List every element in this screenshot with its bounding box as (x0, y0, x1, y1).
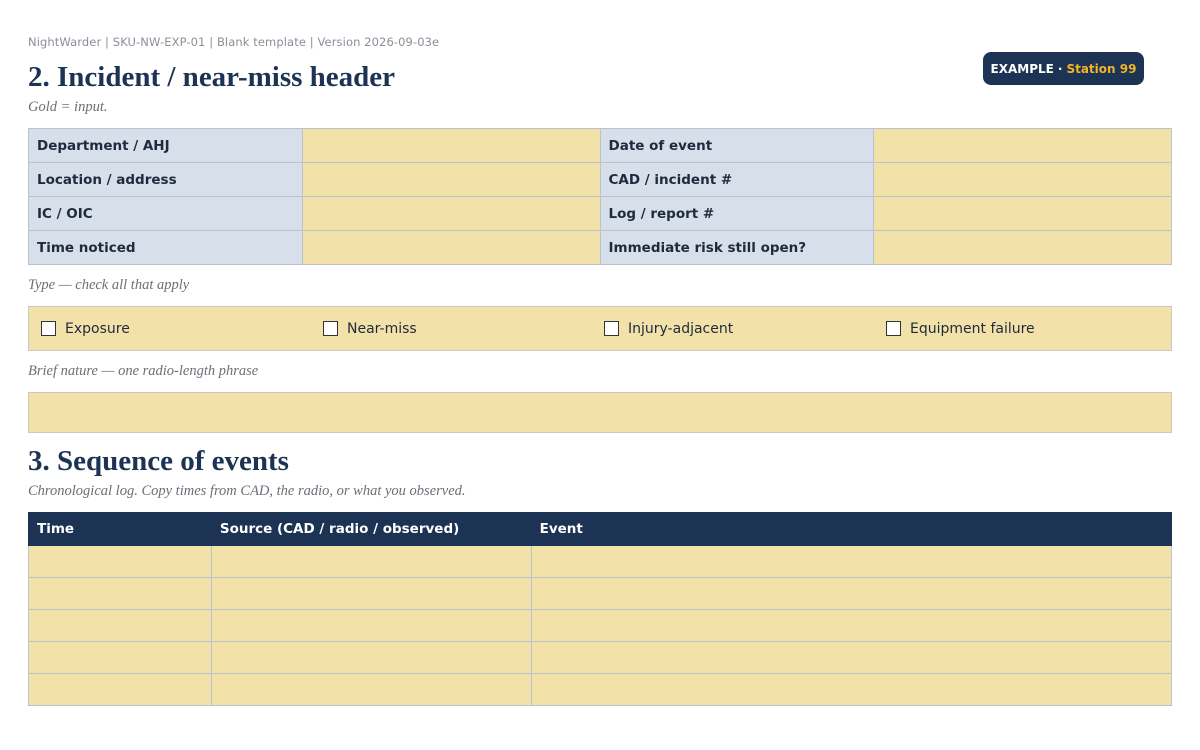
checkbox-label: Exposure (65, 320, 130, 337)
type-option-exposure[interactable]: Exposure (41, 307, 130, 350)
checkbox-equipment-failure[interactable] (886, 321, 901, 336)
table-row (28, 609, 1173, 642)
event-cell[interactable] (530, 673, 1173, 706)
source-cell[interactable] (210, 673, 532, 706)
column-header-time: Time (28, 512, 212, 546)
event-cell[interactable] (530, 577, 1173, 610)
type-option-injury-adjacent[interactable]: Injury-adjacent (604, 307, 733, 350)
department-ahj-input[interactable] (301, 128, 601, 163)
time-cell[interactable] (28, 609, 212, 642)
incident-type-checkboxes: Exposure Near-miss Injury-adjacent Equip… (28, 306, 1172, 351)
brief-nature-input[interactable] (28, 392, 1172, 433)
table-row: Time noticed Immediate risk still open? (28, 230, 1172, 265)
cad-incident-number-input[interactable] (873, 162, 1172, 197)
table-row: IC / OIC Log / report # (28, 196, 1172, 231)
source-cell[interactable] (210, 577, 532, 610)
section-2-title: 2. Incident / near-miss header (28, 61, 396, 93)
incident-header-table: Department / AHJ Date of event Location … (28, 128, 1172, 265)
log-report-number-label: Log / report # (599, 196, 875, 231)
time-cell[interactable] (28, 545, 212, 578)
event-cell[interactable] (530, 609, 1173, 642)
checkbox-label: Injury-adjacent (628, 320, 734, 337)
department-ahj-label: Department / AHJ (28, 128, 303, 163)
table-header-row: Time Source (CAD / radio / observed) Eve… (28, 512, 1173, 546)
section-3-title: 3. Sequence of events (28, 445, 289, 477)
immediate-risk-open-label: Immediate risk still open? (599, 230, 875, 265)
document-meta-line: NightWarder | SKU-NW-EXP-01 | Blank temp… (28, 35, 440, 49)
cad-incident-number-label: CAD / incident # (599, 162, 875, 197)
table-row: Location / address CAD / incident # (28, 162, 1172, 197)
location-address-label: Location / address (28, 162, 303, 197)
date-of-event-input[interactable] (873, 128, 1172, 163)
time-noticed-label: Time noticed (28, 230, 303, 265)
table-row (28, 577, 1173, 610)
type-note: Type — check all that apply (28, 277, 190, 293)
table-row (28, 545, 1173, 578)
table-row (28, 673, 1173, 706)
ic-oic-label: IC / OIC (28, 196, 303, 231)
immediate-risk-open-input[interactable] (873, 230, 1172, 265)
source-cell[interactable] (210, 641, 532, 674)
log-report-number-input[interactable] (873, 196, 1172, 231)
time-cell[interactable] (28, 641, 212, 674)
event-cell[interactable] (530, 641, 1173, 674)
badge-station-label: Station 99 (1066, 61, 1137, 76)
column-header-event: Event (530, 512, 1173, 546)
table-row: Department / AHJ Date of event (28, 128, 1172, 163)
badge-separator: · (1057, 61, 1063, 76)
time-noticed-input[interactable] (301, 230, 601, 265)
section-3-note: Chronological log. Copy times from CAD, … (28, 483, 466, 499)
section-2-note: Gold = input. (28, 99, 108, 115)
sequence-of-events-table: Time Source (CAD / radio / observed) Eve… (28, 512, 1173, 706)
type-option-equipment-failure[interactable]: Equipment failure (886, 307, 1035, 350)
time-cell[interactable] (28, 577, 212, 610)
ic-oic-input[interactable] (301, 196, 601, 231)
checkbox-label: Equipment failure (910, 320, 1035, 337)
location-address-input[interactable] (301, 162, 601, 197)
column-header-source: Source (CAD / radio / observed) (210, 512, 532, 546)
example-station-badge: EXAMPLE · Station 99 (983, 52, 1144, 85)
badge-example-label: EXAMPLE (990, 61, 1054, 76)
checkbox-label: Near-miss (347, 320, 417, 337)
table-row (28, 641, 1173, 674)
type-option-near-miss[interactable]: Near-miss (323, 307, 417, 350)
nature-note: Brief nature — one radio-length phrase (28, 363, 259, 379)
checkbox-near-miss[interactable] (323, 321, 338, 336)
time-cell[interactable] (28, 673, 212, 706)
source-cell[interactable] (210, 609, 532, 642)
checkbox-injury-adjacent[interactable] (604, 321, 619, 336)
date-of-event-label: Date of event (599, 128, 875, 163)
checkbox-exposure[interactable] (41, 321, 56, 336)
source-cell[interactable] (210, 545, 532, 578)
event-cell[interactable] (530, 545, 1173, 578)
